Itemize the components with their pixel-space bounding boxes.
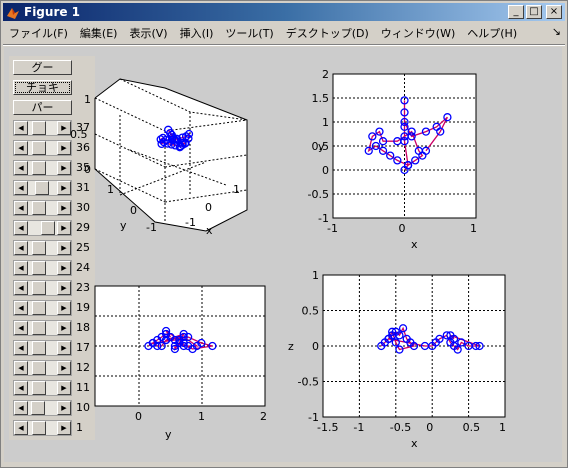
ytick-label: 1 [107,183,114,196]
ytick-label: -1 [146,221,157,234]
xz-xtick: 0.5 [463,421,481,434]
xtick-label: 1 [233,183,240,196]
ztick-label: 1 [84,93,91,106]
xz-xtick: -0.5 [390,421,411,434]
xz-xlabel: x [411,437,418,450]
ylabel-3d: y [120,219,127,232]
xz-xtick: -1 [353,421,364,434]
xy-ytick: -1 [318,212,329,225]
xz-xtick: 1 [499,421,506,434]
axes-3d[interactable]: 1 0.5 0 1 0 -1 y -1 0 1 x [70,78,248,237]
axes-xz[interactable]: -1.5 -1 -0.5 0 0.5 110.50-0.5-1 x z [288,269,506,450]
axes-yz[interactable]: 0 1 2 y [94,285,267,441]
plots-layer: 1 0.5 0 1 0 -1 y -1 0 1 x -1 0 121.510.50-… [70,68,506,450]
xy-ytick: -0.5 [308,188,329,201]
xy-ylabel: y [318,140,325,153]
yz-xtick: 2 [260,410,267,423]
xz-ytick: 1 [312,269,319,282]
xz-ytick: -0.5 [298,376,319,389]
xz-ylabel: z [288,340,294,353]
yz-xtick: 0 [135,410,142,423]
xz-xtick: -1.5 [317,421,338,434]
xy-xlabel: x [411,238,418,251]
xz-ytick: 0.5 [302,305,320,318]
xy-xtick: 1 [470,222,477,235]
xz-xtick: 0 [426,421,433,434]
ytick-label: 0 [130,204,137,217]
ztick-label: 0.5 [70,128,88,141]
xy-ytick: 2 [322,68,329,81]
xtick-label: -1 [185,216,196,229]
xz-ytick: 0 [312,340,319,353]
xy-ytick: 1 [322,116,329,129]
xz-ytick: -1 [308,411,319,424]
xy-xtick: 0 [399,222,406,235]
xy-ytick: 0 [322,164,329,177]
xy-ytick: 1.5 [312,92,330,105]
ztick-label: 0 [84,163,91,176]
yz-xtick: 1 [198,410,205,423]
xtick-label: 0 [205,201,212,214]
axes-xy[interactable]: -1 0 121.510.50-0.5-1 x y [308,68,477,251]
xlabel-3d: x [206,224,213,237]
yz-xlabel: y [165,428,172,441]
